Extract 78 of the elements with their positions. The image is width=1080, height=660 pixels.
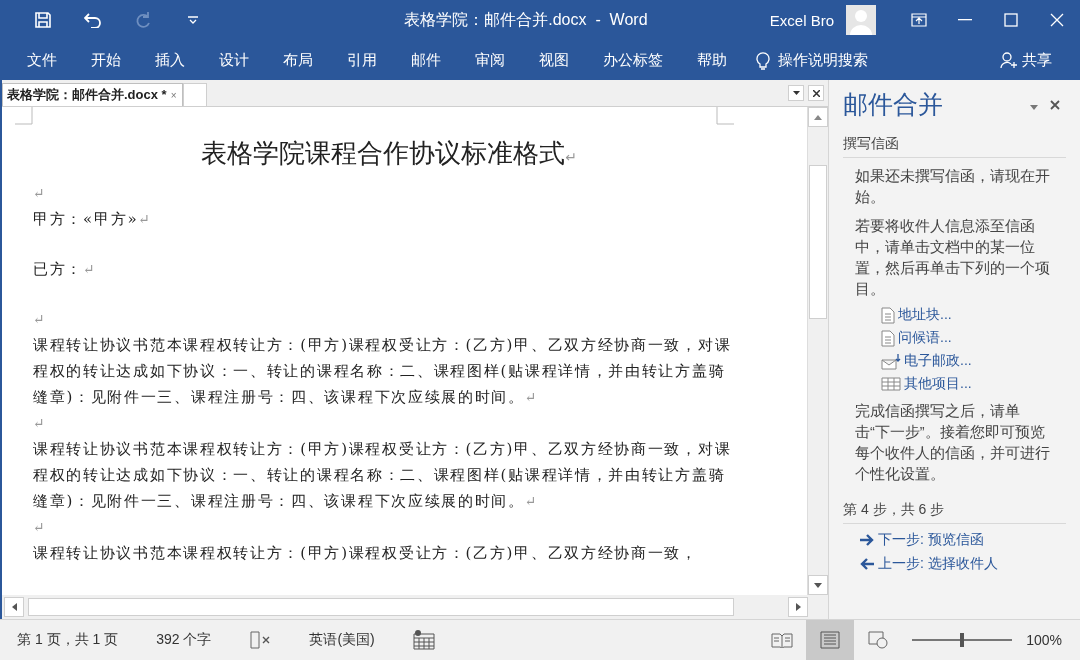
ribbon-tab[interactable]: 审阅: [458, 40, 522, 80]
paragraph-mark: ↵: [33, 414, 48, 433]
envelope-icon: [881, 352, 901, 370]
crop-mark-icon: [15, 107, 33, 125]
ribbon-tab[interactable]: 视图: [522, 40, 586, 80]
document-paragraph: 课程转让协议书范本课程权转让方：(甲方)课程权受让方：(乙方)甲、乙双方经协商一致，对课程权的转让达成如下协议：一、转让的课程名称：二、课程图样(贴课程详情，并由转让方盖骑缝章)：见附件一三、课程注册号：四、该课程下次应续展的时间。↵: [33, 335, 733, 408]
save-icon: [35, 12, 51, 28]
caret-icon: [792, 91, 800, 95]
page-count[interactable]: 第 1 页，共 1 页: [17, 631, 119, 649]
arrow-left-icon: [859, 558, 875, 570]
instruction-text: 如果还未撰写信函，请现在开始。: [855, 167, 1050, 207]
crop-mark-icon: [716, 107, 734, 125]
caret-icon: [1030, 104, 1038, 110]
zoom-level[interactable]: 100%: [1026, 632, 1062, 648]
language-indicator[interactable]: 英语(美国): [309, 631, 375, 649]
view-button[interactable]: [806, 620, 855, 660]
page-layout-icon: [819, 631, 842, 649]
redo-icon: [135, 11, 151, 29]
share-button[interactable]: 共享: [994, 49, 1058, 71]
document-paragraph: 课程转让协议书范本课程权转让方：(甲方)课程权受让方：(乙方)甲、乙双方经协商一致，: [33, 543, 699, 564]
user-name: Excel Bro: [769, 11, 834, 29]
close-icon: [1050, 13, 1064, 27]
macro-icon[interactable]: [412, 630, 435, 650]
ribbon-tab[interactable]: 布局: [266, 40, 330, 80]
instruction-text: 完成信函撰写之后，请单击“下一步”。接着您即可预览每个收件人的信函，并可进行个性化设置。: [855, 402, 1050, 484]
ribbon-tab[interactable]: 插入: [138, 40, 202, 80]
proofing-icon[interactable]: [249, 631, 272, 649]
window-title: 表格学院：邮件合并.docx - Word: [403, 9, 649, 30]
ribbon-tab[interactable]: 帮助: [680, 40, 744, 80]
caret-icon: [187, 16, 199, 24]
ribbon-tab[interactable]: 引用: [330, 40, 394, 80]
table-icon: [881, 377, 901, 391]
maximize-icon: [1004, 13, 1018, 27]
down-arrow-icon: [814, 582, 822, 588]
close-icon: [1050, 99, 1060, 110]
document-icon: [881, 306, 895, 324]
step-link[interactable]: 上一步: 选择收件人: [859, 555, 1066, 573]
vertical-scrollbar[interactable]: [807, 107, 828, 595]
up-arrow-icon: [814, 114, 822, 120]
lightbulb-icon: [756, 50, 770, 70]
tab-close-button[interactable]: ×: [170, 89, 177, 101]
ribbon-tab[interactable]: 开始: [74, 40, 138, 80]
arrow-right-icon: [859, 534, 875, 546]
minimize-icon: [958, 19, 972, 21]
close-document-button[interactable]: [808, 85, 824, 101]
document-tab[interactable]: 表格学院：邮件合并.docx * ×: [2, 83, 184, 106]
search-field[interactable]: 操作说明搜索: [756, 50, 868, 70]
paragraph-mark: ↵: [33, 184, 48, 203]
insert-link[interactable]: 问候语...: [881, 329, 1066, 347]
document-paragraph: 甲方：«甲方»↵: [33, 209, 153, 230]
instruction-text: 若要将收件人信息添至信函中，请单击文档中的某一位置，然后再单击下列的一个项目。: [855, 217, 1050, 299]
paragraph-mark: ↵: [33, 310, 48, 329]
tab-list-button[interactable]: [788, 85, 804, 101]
left-arrow-icon: [11, 603, 17, 611]
close-icon: [812, 89, 820, 97]
document-heading: 表格学院课程合作协议标准格式↵: [200, 137, 578, 170]
undo-icon: [84, 12, 102, 28]
person-add-icon: [1000, 51, 1018, 69]
document-paragraph: 课程转让协议书范本课程权转让方：(甲方)课程权受让方：(乙方)甲、乙双方经协商一致，对课程权的转让达成如下协议：一、转让的课程名称：二、课程图样(贴课程详情，并由转让方盖骑缝章)：见附件一三、课程注册号：四、该课程下次应续展的时间。↵: [33, 439, 733, 512]
ribbon-tab[interactable]: 办公标签: [586, 40, 680, 80]
paragraph-mark: ↵: [33, 518, 48, 537]
ribbon-tab[interactable]: 设计: [202, 40, 266, 80]
insert-link[interactable]: 地址块...: [881, 306, 1066, 324]
step-link[interactable]: 下一步: 预览信函: [859, 531, 1066, 549]
ribbon-display-icon: [911, 13, 927, 27]
document-icon: [881, 329, 895, 347]
step-indicator: 第 4 步，共 6 步: [843, 501, 1066, 524]
ribbon-tab[interactable]: 邮件: [394, 40, 458, 80]
section-heading: 撰写信函: [843, 135, 1066, 158]
right-arrow-icon: [795, 603, 801, 611]
pane-title: 邮件合并: [843, 89, 944, 120]
horizontal-scrollbar[interactable]: [2, 595, 828, 619]
word-count[interactable]: 392 个字: [156, 631, 212, 649]
document-paragraph: 已方：↵: [33, 259, 98, 280]
insert-link[interactable]: 其他项目...: [881, 375, 1066, 393]
ribbon-tab[interactable]: 文件: [10, 40, 74, 80]
insert-link[interactable]: 电子邮政...: [881, 352, 1066, 370]
book-icon: [771, 632, 794, 648]
